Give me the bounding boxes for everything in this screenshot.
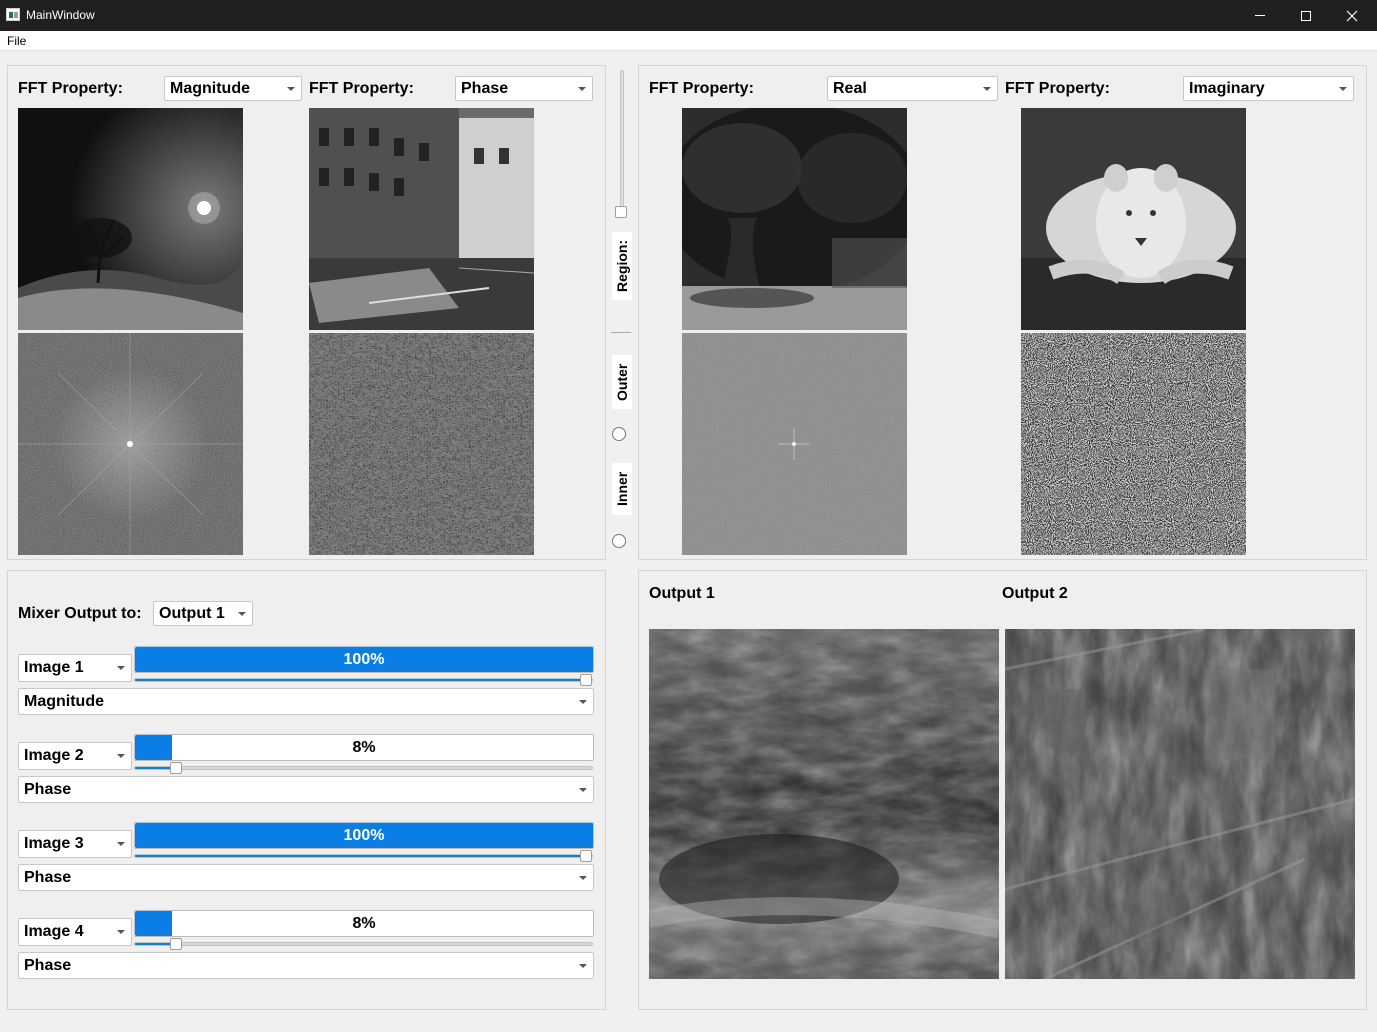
mixer-component-select-4[interactable]: Phase	[18, 952, 594, 979]
close-icon	[1346, 10, 1358, 21]
mixer-slider-handle-2[interactable]	[170, 762, 182, 774]
mixer-image-value-2: Image 2	[24, 747, 84, 764]
fft-property-label-2: FFT Property:	[309, 80, 414, 97]
input-image-1[interactable]	[18, 108, 243, 330]
mixer-output-value: Output 1	[159, 604, 225, 622]
mixer-slider-handle-1[interactable]	[580, 674, 592, 686]
chevron-down-icon	[579, 699, 587, 704]
input-fft-4	[1021, 333, 1246, 555]
chevron-down-icon	[117, 666, 125, 670]
chevron-down-icon	[238, 611, 246, 616]
output-1-label: Output 1	[649, 585, 715, 602]
input-fft-3	[682, 333, 907, 555]
app-icon	[6, 8, 20, 21]
mixer-component-value-3: Phase	[24, 868, 72, 886]
maximize-icon	[1301, 10, 1311, 21]
output-image-2	[1005, 629, 1355, 979]
mixer-weight-text-4: 8%	[352, 914, 376, 932]
input-image-4[interactable]	[1021, 108, 1246, 330]
mixer-weight-text-1: 100%	[343, 650, 385, 668]
fft-property-value-3: Real	[833, 79, 867, 97]
chevron-down-icon	[117, 754, 125, 758]
maximize-button[interactable]	[1283, 0, 1329, 31]
menu-bar: File	[0, 31, 1377, 51]
chevron-down-icon	[117, 842, 125, 846]
chevron-down-icon	[287, 86, 295, 91]
mixer-weight-bar-3: 100%	[134, 822, 594, 849]
minimize-icon	[1255, 15, 1265, 16]
mixer-output-select[interactable]: Output 1	[153, 601, 253, 626]
mixer-image-select-4[interactable]: Image 4	[18, 918, 132, 946]
chevron-down-icon	[1339, 86, 1347, 91]
region-label: Region:	[612, 232, 632, 300]
mixer-component-value-4: Phase	[24, 956, 72, 974]
fft-property-label-1: FFT Property:	[18, 80, 123, 97]
chevron-down-icon	[983, 86, 991, 91]
fft-property-select-4[interactable]: Imaginary	[1183, 76, 1354, 101]
mixer-weight-slider-4[interactable]	[134, 942, 593, 946]
fft-property-select-1[interactable]: Magnitude	[164, 76, 302, 101]
mixer-image-value-3: Image 3	[24, 835, 84, 852]
close-button[interactable]	[1329, 0, 1375, 31]
mixer-image-select-2[interactable]: Image 2	[18, 742, 132, 770]
fft-property-label-3: FFT Property:	[649, 80, 754, 97]
outer-radio[interactable]	[612, 427, 626, 441]
mixer-component-select-1[interactable]: Magnitude	[18, 688, 594, 715]
mixer-slider-fill-1	[135, 679, 592, 681]
mixer-weight-slider-2[interactable]	[134, 766, 593, 770]
mixer-weight-text-3: 100%	[343, 826, 385, 844]
outer-label-text: Outer	[614, 363, 630, 401]
mixer-slider-fill-4	[135, 943, 172, 945]
output-2-label: Output 2	[1002, 585, 1068, 602]
menu-file[interactable]: File	[7, 34, 26, 48]
region-label-text: Region:	[614, 239, 630, 293]
title-bar: MainWindow	[0, 0, 1377, 31]
output-image-1	[649, 629, 999, 979]
chevron-down-icon	[579, 875, 587, 880]
inner-label: Inner	[612, 463, 632, 515]
region-divider	[611, 332, 631, 333]
mixer-image-value-4: Image 4	[24, 923, 84, 940]
mixer-weight-slider-3[interactable]	[134, 854, 593, 858]
inner-radio[interactable]	[612, 534, 626, 548]
fft-property-value-1: Magnitude	[170, 79, 250, 97]
mixer-slider-fill-3	[135, 855, 592, 857]
mixer-slider-fill-2	[135, 767, 172, 769]
chevron-down-icon	[579, 787, 587, 792]
region-slider-track[interactable]	[620, 70, 624, 216]
outer-label: Outer	[612, 355, 632, 409]
mixer-slider-handle-4[interactable]	[170, 938, 182, 950]
fft-property-select-2[interactable]: Phase	[455, 76, 593, 101]
mixer-image-select-1[interactable]: Image 1	[18, 654, 132, 682]
region-slider-handle[interactable]	[615, 206, 627, 218]
mixer-component-value-1: Magnitude	[24, 692, 104, 710]
fft-property-value-4: Imaginary	[1189, 79, 1265, 97]
input-fft-1	[18, 333, 243, 555]
minimize-button[interactable]	[1237, 0, 1283, 31]
mixer-component-select-2[interactable]: Phase	[18, 776, 594, 803]
mixer-weight-text-2: 8%	[352, 738, 376, 756]
input-image-2[interactable]	[309, 108, 534, 330]
mixer-weight-bar-2: 8%	[134, 734, 594, 761]
mixer-output-label: Mixer Output to:	[18, 605, 142, 622]
mixer-weight-slider-1[interactable]	[134, 678, 593, 682]
mixer-image-select-3[interactable]: Image 3	[18, 830, 132, 858]
chevron-down-icon	[117, 930, 125, 934]
mixer-slider-handle-3[interactable]	[580, 850, 592, 862]
window-title: MainWindow	[26, 8, 95, 22]
mixer-component-select-3[interactable]: Phase	[18, 864, 594, 891]
fft-property-label-4: FFT Property:	[1005, 80, 1110, 97]
mixer-image-value-1: Image 1	[24, 659, 84, 676]
input-image-3[interactable]	[682, 108, 907, 330]
mixer-weight-bar-1: 100%	[134, 646, 594, 673]
input-fft-2	[309, 333, 534, 555]
chevron-down-icon	[579, 963, 587, 968]
chevron-down-icon	[578, 86, 586, 91]
inner-label-text: Inner	[614, 471, 630, 507]
mixer-component-value-2: Phase	[24, 780, 72, 798]
fft-property-value-2: Phase	[461, 79, 509, 97]
fft-property-select-3[interactable]: Real	[827, 76, 998, 101]
mixer-weight-bar-4: 8%	[134, 910, 594, 937]
